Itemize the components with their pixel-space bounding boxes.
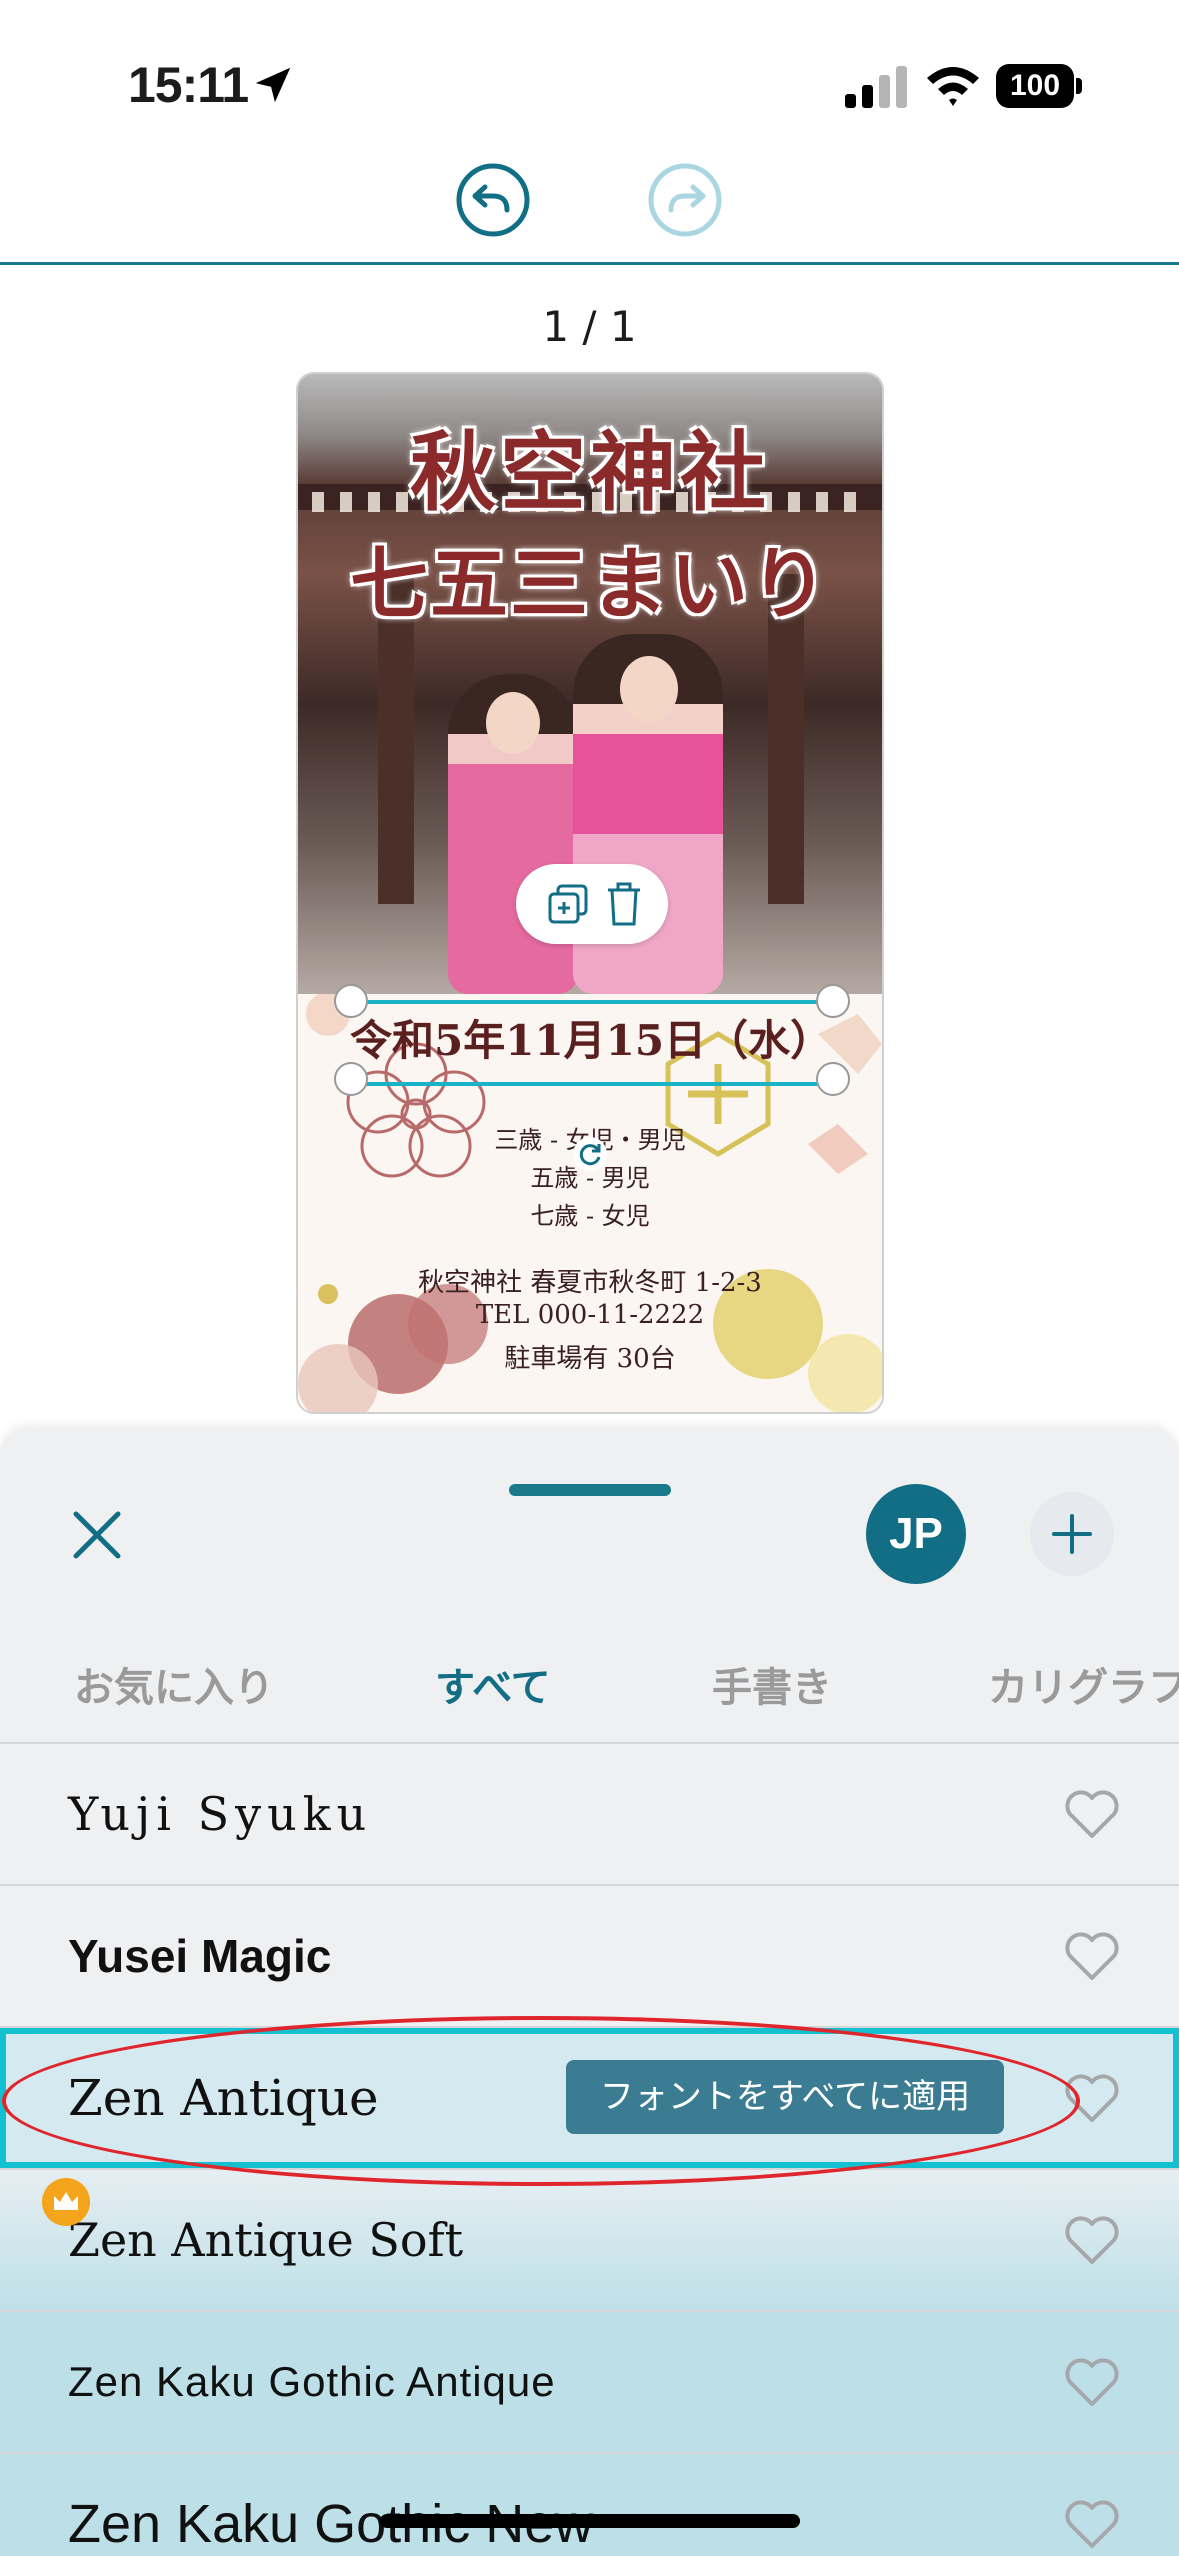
duplicate-icon[interactable] xyxy=(546,882,590,926)
heart-icon[interactable] xyxy=(1064,2498,1120,2550)
font-name: Zen Kaku Gothic Antique xyxy=(68,2358,556,2405)
crown-icon xyxy=(42,2178,90,2226)
home-indicator xyxy=(380,2514,800,2528)
font-name: Zen Antique Soft xyxy=(68,2213,464,2267)
element-action-pill xyxy=(516,864,668,944)
address-text[interactable]: 秋空神社 春夏市秋冬町 1-2-3 xyxy=(298,1262,882,1299)
tab-calligraphy[interactable]: カリグラフ xyxy=(988,1628,1179,1748)
battery-tip xyxy=(1076,78,1082,94)
rotate-icon[interactable] xyxy=(572,1136,608,1172)
status-bar: 15:11 100 xyxy=(0,0,1179,150)
design-title-event[interactable]: 七五三まいり xyxy=(298,522,882,634)
language-button[interactable]: JP xyxy=(866,1484,966,1584)
font-name: Yusei Magic xyxy=(68,1930,332,1982)
font-row-zen-kaku-gothic-antique[interactable]: Zen Kaku Gothic Antique xyxy=(0,2310,1179,2452)
cellular-signal-icon xyxy=(845,66,907,108)
parking-text[interactable]: 駐車場有 30台 xyxy=(298,1338,882,1375)
redo-arrow-icon[interactable] xyxy=(645,160,725,240)
font-row-zen-antique-soft[interactable]: Zen Antique Soft xyxy=(0,2168,1179,2310)
undo-arrow-icon[interactable] xyxy=(453,160,533,240)
add-font-button[interactable] xyxy=(1030,1492,1114,1576)
battery-indicator: 100 xyxy=(996,64,1074,108)
tab-handwriting[interactable]: 手書き xyxy=(712,1628,832,1748)
page-indicator: 1 / 1 xyxy=(542,302,637,351)
heart-icon[interactable] xyxy=(1064,2356,1120,2408)
font-row-yusei-magic[interactable]: Yusei Magic xyxy=(0,1884,1179,2026)
heart-icon[interactable] xyxy=(1064,1788,1120,1840)
font-row-zen-kaku-gothic-new[interactable]: Zen Kaku Gothic New xyxy=(0,2452,1179,2556)
location-arrow-icon xyxy=(255,67,291,103)
font-name: Yuji Syuku xyxy=(68,1787,373,1841)
selected-date-text[interactable]: 令和5年11月15日（水） xyxy=(350,1004,832,1078)
status-time: 15:11 xyxy=(128,57,249,113)
font-row-yuji-syuku[interactable]: Yuji Syuku xyxy=(0,1742,1179,1884)
info-line[interactable]: 七歳 - 女児 xyxy=(298,1196,882,1231)
heart-icon[interactable] xyxy=(1064,2214,1120,2266)
font-category-tabs: お気に入り すべて 手書き カリグラフ xyxy=(0,1628,1179,1748)
font-name: Zen Kaku Gothic New xyxy=(68,2494,594,2554)
child-face xyxy=(620,656,678,722)
tab-favorites[interactable]: お気に入り xyxy=(74,1628,274,1748)
trash-icon[interactable] xyxy=(604,880,644,928)
close-icon[interactable] xyxy=(62,1500,132,1570)
annotation-ellipse xyxy=(2,2016,1080,2186)
tel-text[interactable]: TEL 000-11-2222 xyxy=(298,1300,882,1330)
heart-icon[interactable] xyxy=(1064,1930,1120,1982)
child-face xyxy=(486,692,540,754)
font-picker-sheet: JP お気に入り すべて 手書き カリグラフ Yuji Syuku Yusei … xyxy=(0,1428,1179,2556)
design-title-shrine[interactable]: 秋空神社 xyxy=(298,402,882,527)
editor-toolbar xyxy=(0,150,1179,265)
tab-all[interactable]: すべて xyxy=(435,1628,551,1748)
wifi-icon xyxy=(927,67,979,106)
design-canvas[interactable]: 秋空神社 七五三まいり 令和5年11月15日（水） 三歳 - 女児・男児 五歳 … xyxy=(296,372,884,1414)
sheet-grabber[interactable] xyxy=(509,1484,671,1496)
